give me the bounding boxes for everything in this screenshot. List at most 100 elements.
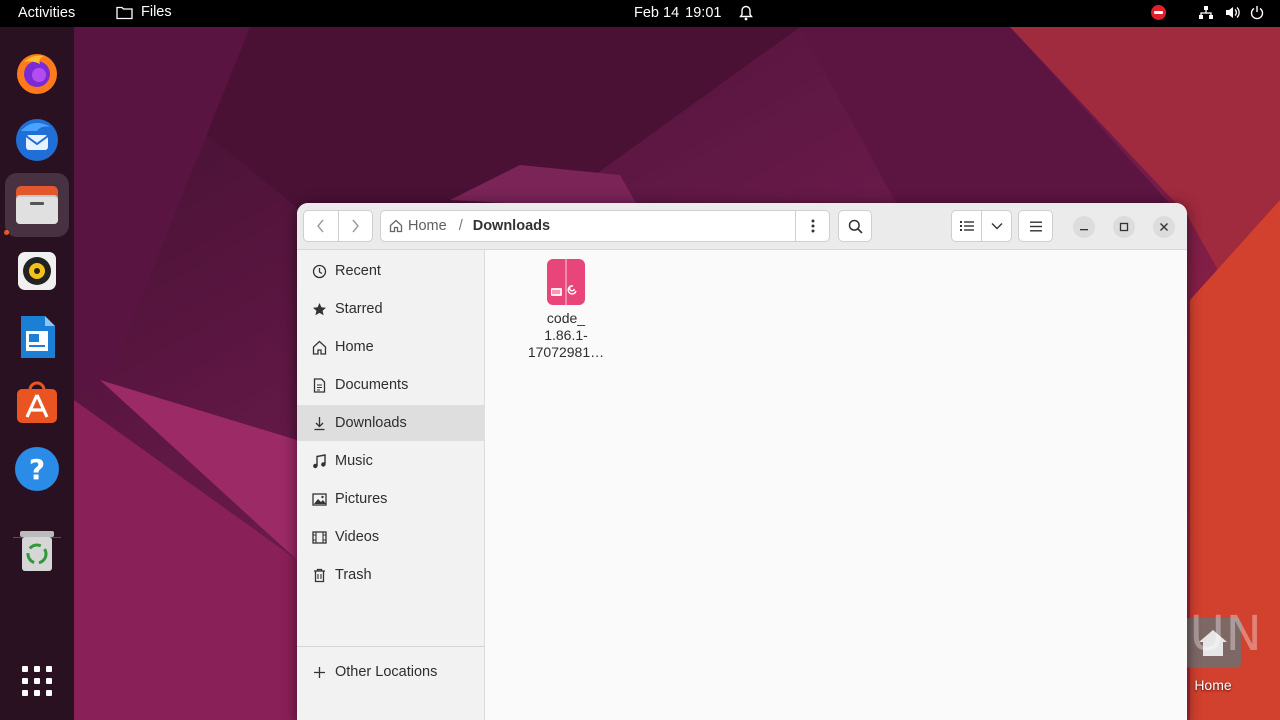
dock-help[interactable]: ?	[11, 443, 63, 495]
sidebar-item-recent[interactable]: Recent	[297, 253, 485, 289]
dock-firefox[interactable]	[11, 47, 63, 99]
main-menu-button[interactable]	[1018, 210, 1053, 242]
path-home-button[interactable]: Home	[389, 218, 447, 234]
sidebar-item-label: Videos	[335, 529, 380, 545]
help-icon: ?	[15, 447, 59, 491]
search-button[interactable]	[838, 210, 872, 242]
pictures-icon	[311, 491, 327, 507]
sidebar-item-label: Documents	[335, 377, 409, 393]
software-store-icon	[17, 381, 57, 423]
sidebar-item-pictures[interactable]: Pictures	[297, 481, 485, 517]
forward-button[interactable]	[339, 211, 373, 241]
power-icon	[1250, 6, 1264, 20]
rhythmbox-icon	[18, 252, 56, 290]
chevron-right-icon	[352, 219, 360, 233]
sidebar-item-label: Other Locations	[335, 664, 438, 680]
sidebar-item-label: Recent	[335, 263, 381, 279]
dock-trash[interactable]	[11, 525, 63, 577]
svg-text:?: ?	[29, 453, 45, 486]
view-options-button[interactable]	[982, 211, 1011, 241]
dock-thunderbird[interactable]	[11, 113, 63, 165]
path-home-label: Home	[408, 218, 447, 234]
file-view[interactable]: code_ 1.86.1- 17072981…	[486, 250, 1187, 720]
header-bar: Home / Downloads	[297, 203, 1187, 250]
app-grid-icon	[22, 666, 52, 696]
do-not-disturb-icon[interactable]	[1151, 5, 1166, 20]
hamburger-menu-icon	[1029, 221, 1042, 231]
show-apps-button[interactable]	[11, 655, 63, 707]
star-icon	[311, 301, 327, 317]
sidebar-item-label: Trash	[335, 567, 372, 583]
app-menu-label: Files	[141, 4, 172, 20]
list-view-icon	[959, 221, 974, 231]
download-icon	[311, 415, 327, 431]
writer-icon	[21, 316, 55, 358]
dock-files[interactable]	[5, 173, 69, 237]
minimize-button[interactable]	[1073, 216, 1095, 238]
document-icon	[311, 377, 327, 393]
navigation-buttons	[303, 210, 373, 242]
file-name: code_ 1.86.1- 17072981…	[527, 310, 605, 360]
sidebar-item-home[interactable]: Home	[297, 329, 485, 365]
home-icon	[311, 339, 327, 355]
chevron-left-icon	[316, 219, 324, 233]
dock-libreoffice-writer[interactable]	[11, 311, 63, 363]
home-icon	[389, 219, 403, 233]
system-tray[interactable]	[1151, 5, 1264, 20]
view-toggle-group	[951, 210, 1012, 242]
clock[interactable]: Feb 14 19:01	[634, 5, 754, 21]
file-item[interactable]: code_ 1.86.1- 17072981…	[516, 258, 616, 361]
network-icon	[1199, 6, 1213, 19]
videos-icon	[311, 529, 327, 545]
top-bar: Activities Files Feb 14 19:01	[0, 0, 1280, 27]
firefox-icon	[17, 54, 57, 94]
files-icon	[16, 186, 58, 224]
sidebar-item-label: Pictures	[335, 491, 388, 507]
places-sidebar: Recent Starred Home Documents Downloads …	[297, 250, 485, 720]
deb-package-icon	[547, 259, 585, 305]
activities-button[interactable]: Activities	[18, 5, 75, 21]
desktop-home-label: Home	[1194, 677, 1232, 693]
sidebar-item-label: Music	[335, 453, 373, 469]
close-icon	[1160, 223, 1168, 231]
back-button[interactable]	[304, 211, 338, 241]
sidebar-item-documents[interactable]: Documents	[297, 367, 485, 403]
files-window: Home / Downloads Recent Starred Home Doc…	[297, 203, 1187, 720]
path-current-folder[interactable]: Downloads	[473, 218, 550, 234]
sidebar-divider	[297, 646, 485, 647]
path-menu-button[interactable]	[795, 211, 829, 241]
music-icon	[311, 453, 327, 469]
sidebar-item-music[interactable]: Music	[297, 443, 485, 479]
clock-icon	[311, 263, 327, 279]
dock: ?	[0, 27, 74, 720]
sidebar-item-downloads[interactable]: Downloads	[297, 405, 485, 441]
trash-bin-icon	[20, 531, 54, 571]
clock-date: Feb 14	[634, 5, 680, 21]
search-icon	[848, 219, 863, 234]
sidebar-item-trash[interactable]: Trash	[297, 557, 485, 593]
dock-rhythmbox[interactable]	[11, 245, 63, 297]
sidebar-item-label: Downloads	[335, 415, 407, 431]
maximize-icon	[1119, 222, 1129, 232]
minimize-icon	[1080, 229, 1088, 231]
dock-ubuntu-software[interactable]	[11, 377, 63, 429]
thunderbird-icon	[16, 119, 58, 161]
plus-icon	[311, 664, 327, 680]
sidebar-item-label: Starred	[335, 301, 383, 317]
path-separator: /	[458, 218, 463, 234]
folder-icon	[116, 6, 133, 19]
trash-icon	[311, 567, 327, 583]
clock-time: 19:01	[685, 5, 722, 21]
sidebar-item-other-locations[interactable]: Other Locations	[297, 654, 485, 690]
notification-bell-icon	[739, 5, 754, 21]
maximize-button[interactable]	[1113, 216, 1135, 238]
sidebar-item-starred[interactable]: Starred	[297, 291, 485, 327]
app-menu[interactable]: Files	[116, 4, 172, 20]
close-button[interactable]	[1153, 216, 1175, 238]
kebab-menu-icon	[811, 219, 814, 233]
list-view-button[interactable]	[952, 211, 981, 241]
path-bar: Home / Downloads	[380, 210, 830, 242]
volume-icon	[1226, 7, 1240, 18]
sidebar-item-videos[interactable]: Videos	[297, 519, 485, 555]
sidebar-item-label: Home	[335, 339, 374, 355]
